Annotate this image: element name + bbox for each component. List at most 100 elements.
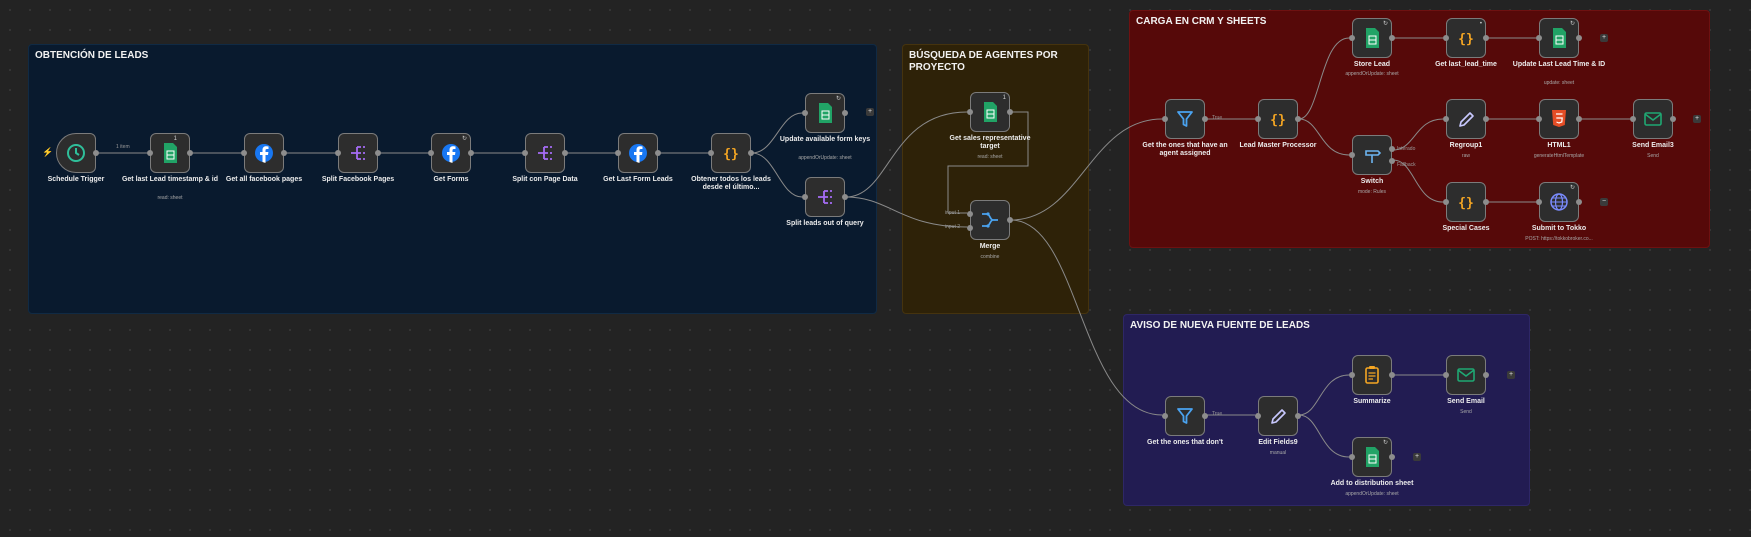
- input-handle[interactable]: [802, 194, 808, 200]
- node-switch[interactable]: [1349, 135, 1395, 175]
- node-filter-without-agent[interactable]: [1162, 396, 1208, 436]
- input-handle[interactable]: [241, 150, 247, 156]
- node-get-last-form-leads[interactable]: [615, 133, 661, 173]
- input-handle[interactable]: [967, 211, 973, 217]
- input-handle[interactable]: [1349, 372, 1355, 378]
- input-handle[interactable]: [1162, 116, 1168, 122]
- output-handle[interactable]: [1483, 116, 1489, 122]
- node-get-sales-rep[interactable]: 1: [967, 92, 1013, 132]
- node-submit-to-tokko[interactable]: ↻: [1536, 182, 1582, 222]
- node-label: Submit to Tokko: [1531, 225, 1587, 232]
- output-handle[interactable]: [1483, 372, 1489, 378]
- add-node-button[interactable]: −: [1600, 198, 1608, 206]
- input-handle[interactable]: [1255, 116, 1261, 122]
- output-handle[interactable]: [1295, 116, 1301, 122]
- input-handle[interactable]: [428, 150, 434, 156]
- input-handle[interactable]: [1349, 454, 1355, 460]
- output-handle[interactable]: [93, 150, 99, 156]
- node-special-cases[interactable]: {}: [1443, 182, 1489, 222]
- input-handle[interactable]: [1443, 35, 1449, 41]
- input-handle[interactable]: [335, 150, 341, 156]
- input-handle[interactable]: [1349, 35, 1355, 41]
- output-handle[interactable]: [842, 110, 848, 116]
- node-get-all-facebook-pages[interactable]: [241, 133, 287, 173]
- input-handle[interactable]: [615, 150, 621, 156]
- node-split-facebook-pages[interactable]: [335, 133, 381, 173]
- node-get-forms[interactable]: ↻: [428, 133, 474, 173]
- add-node-button[interactable]: +: [1507, 371, 1515, 379]
- switch-icon: [1365, 150, 1382, 163]
- output-handle[interactable]: [1576, 35, 1582, 41]
- node-label: HTML1: [1547, 142, 1571, 149]
- add-node-button[interactable]: +: [1693, 115, 1701, 123]
- output-handle[interactable]: [1576, 116, 1582, 122]
- output-handle[interactable]: [1389, 158, 1395, 164]
- input-handle[interactable]: [967, 109, 973, 115]
- node-filter-with-agent[interactable]: [1162, 99, 1208, 139]
- node-obtener-leads[interactable]: {}: [708, 133, 754, 173]
- node-summarize[interactable]: [1349, 355, 1395, 395]
- output-handle[interactable]: [1670, 116, 1676, 122]
- node-label: Schedule Trigger: [47, 176, 105, 183]
- input-handle[interactable]: [802, 110, 808, 116]
- input-handle[interactable]: [1443, 199, 1449, 205]
- output-handle[interactable]: [1483, 35, 1489, 41]
- node-label: Get the ones that have an agent assigned: [1142, 142, 1228, 157]
- input-handle[interactable]: [1349, 152, 1355, 158]
- node-merge[interactable]: [967, 200, 1013, 240]
- node-html1[interactable]: [1536, 99, 1582, 139]
- node-update-form-keys[interactable]: ↻: [802, 93, 848, 133]
- input-handle[interactable]: [1536, 116, 1542, 122]
- output-handle[interactable]: [562, 150, 568, 156]
- output-handle[interactable]: [187, 150, 193, 156]
- output-handle[interactable]: [655, 150, 661, 156]
- node-update-last-lead-time[interactable]: ↻: [1536, 18, 1582, 58]
- output-handle[interactable]: [468, 150, 474, 156]
- node-schedule-trigger[interactable]: [56, 133, 99, 173]
- workflow-canvas[interactable]: OBTENCIÓN DE LEADS BÚSQUEDA DE AGENTES P…: [0, 0, 1751, 537]
- output-handle[interactable]: [1202, 116, 1208, 122]
- add-node-button[interactable]: +: [1600, 34, 1608, 42]
- output-handle[interactable]: [1202, 413, 1208, 419]
- node-add-distribution-sheet[interactable]: ↻: [1349, 437, 1395, 477]
- input-handle[interactable]: [1630, 116, 1636, 122]
- input-handle[interactable]: [1255, 413, 1261, 419]
- node-get-last-lead-time[interactable]: {} •: [1443, 18, 1489, 58]
- input-handle[interactable]: [1162, 413, 1168, 419]
- node-get-last-lead[interactable]: 1: [147, 133, 193, 173]
- node-split-con-page-data[interactable]: [522, 133, 568, 173]
- node-store-lead[interactable]: ↻: [1349, 18, 1395, 58]
- output-handle[interactable]: [748, 150, 754, 156]
- add-node-button[interactable]: +: [1413, 453, 1421, 461]
- output-handle[interactable]: [1389, 146, 1395, 152]
- input-handle[interactable]: [708, 150, 714, 156]
- node-split-leads-query[interactable]: [802, 177, 848, 217]
- input-handle[interactable]: [1443, 116, 1449, 122]
- output-handle[interactable]: [1389, 454, 1395, 460]
- node-regroup1[interactable]: [1443, 99, 1489, 139]
- output-handle[interactable]: [1007, 217, 1013, 223]
- refresh-icon: ↻: [1382, 21, 1388, 27]
- node-edit-fields9[interactable]: [1255, 396, 1301, 436]
- output-handle[interactable]: [281, 150, 287, 156]
- output-handle[interactable]: [1576, 199, 1582, 205]
- node-send-email3[interactable]: [1630, 99, 1676, 139]
- input-handle[interactable]: [147, 150, 153, 156]
- input-handle[interactable]: [967, 225, 973, 231]
- node-subtitle: appendOrUpdate: sheet: [1345, 491, 1399, 497]
- code-icon: {}: [1458, 196, 1474, 211]
- input-handle[interactable]: [1443, 372, 1449, 378]
- output-handle[interactable]: [1389, 372, 1395, 378]
- node-lead-master-processor[interactable]: {}: [1255, 99, 1301, 139]
- output-handle[interactable]: [1483, 199, 1489, 205]
- output-handle[interactable]: [1295, 413, 1301, 419]
- output-handle[interactable]: [375, 150, 381, 156]
- output-handle[interactable]: [1389, 35, 1395, 41]
- output-handle[interactable]: [842, 194, 848, 200]
- input-handle[interactable]: [1536, 199, 1542, 205]
- add-node-button[interactable]: +: [866, 108, 874, 116]
- input-handle[interactable]: [522, 150, 528, 156]
- input-handle[interactable]: [1536, 35, 1542, 41]
- node-send-email[interactable]: [1443, 355, 1489, 395]
- output-handle[interactable]: [1007, 109, 1013, 115]
